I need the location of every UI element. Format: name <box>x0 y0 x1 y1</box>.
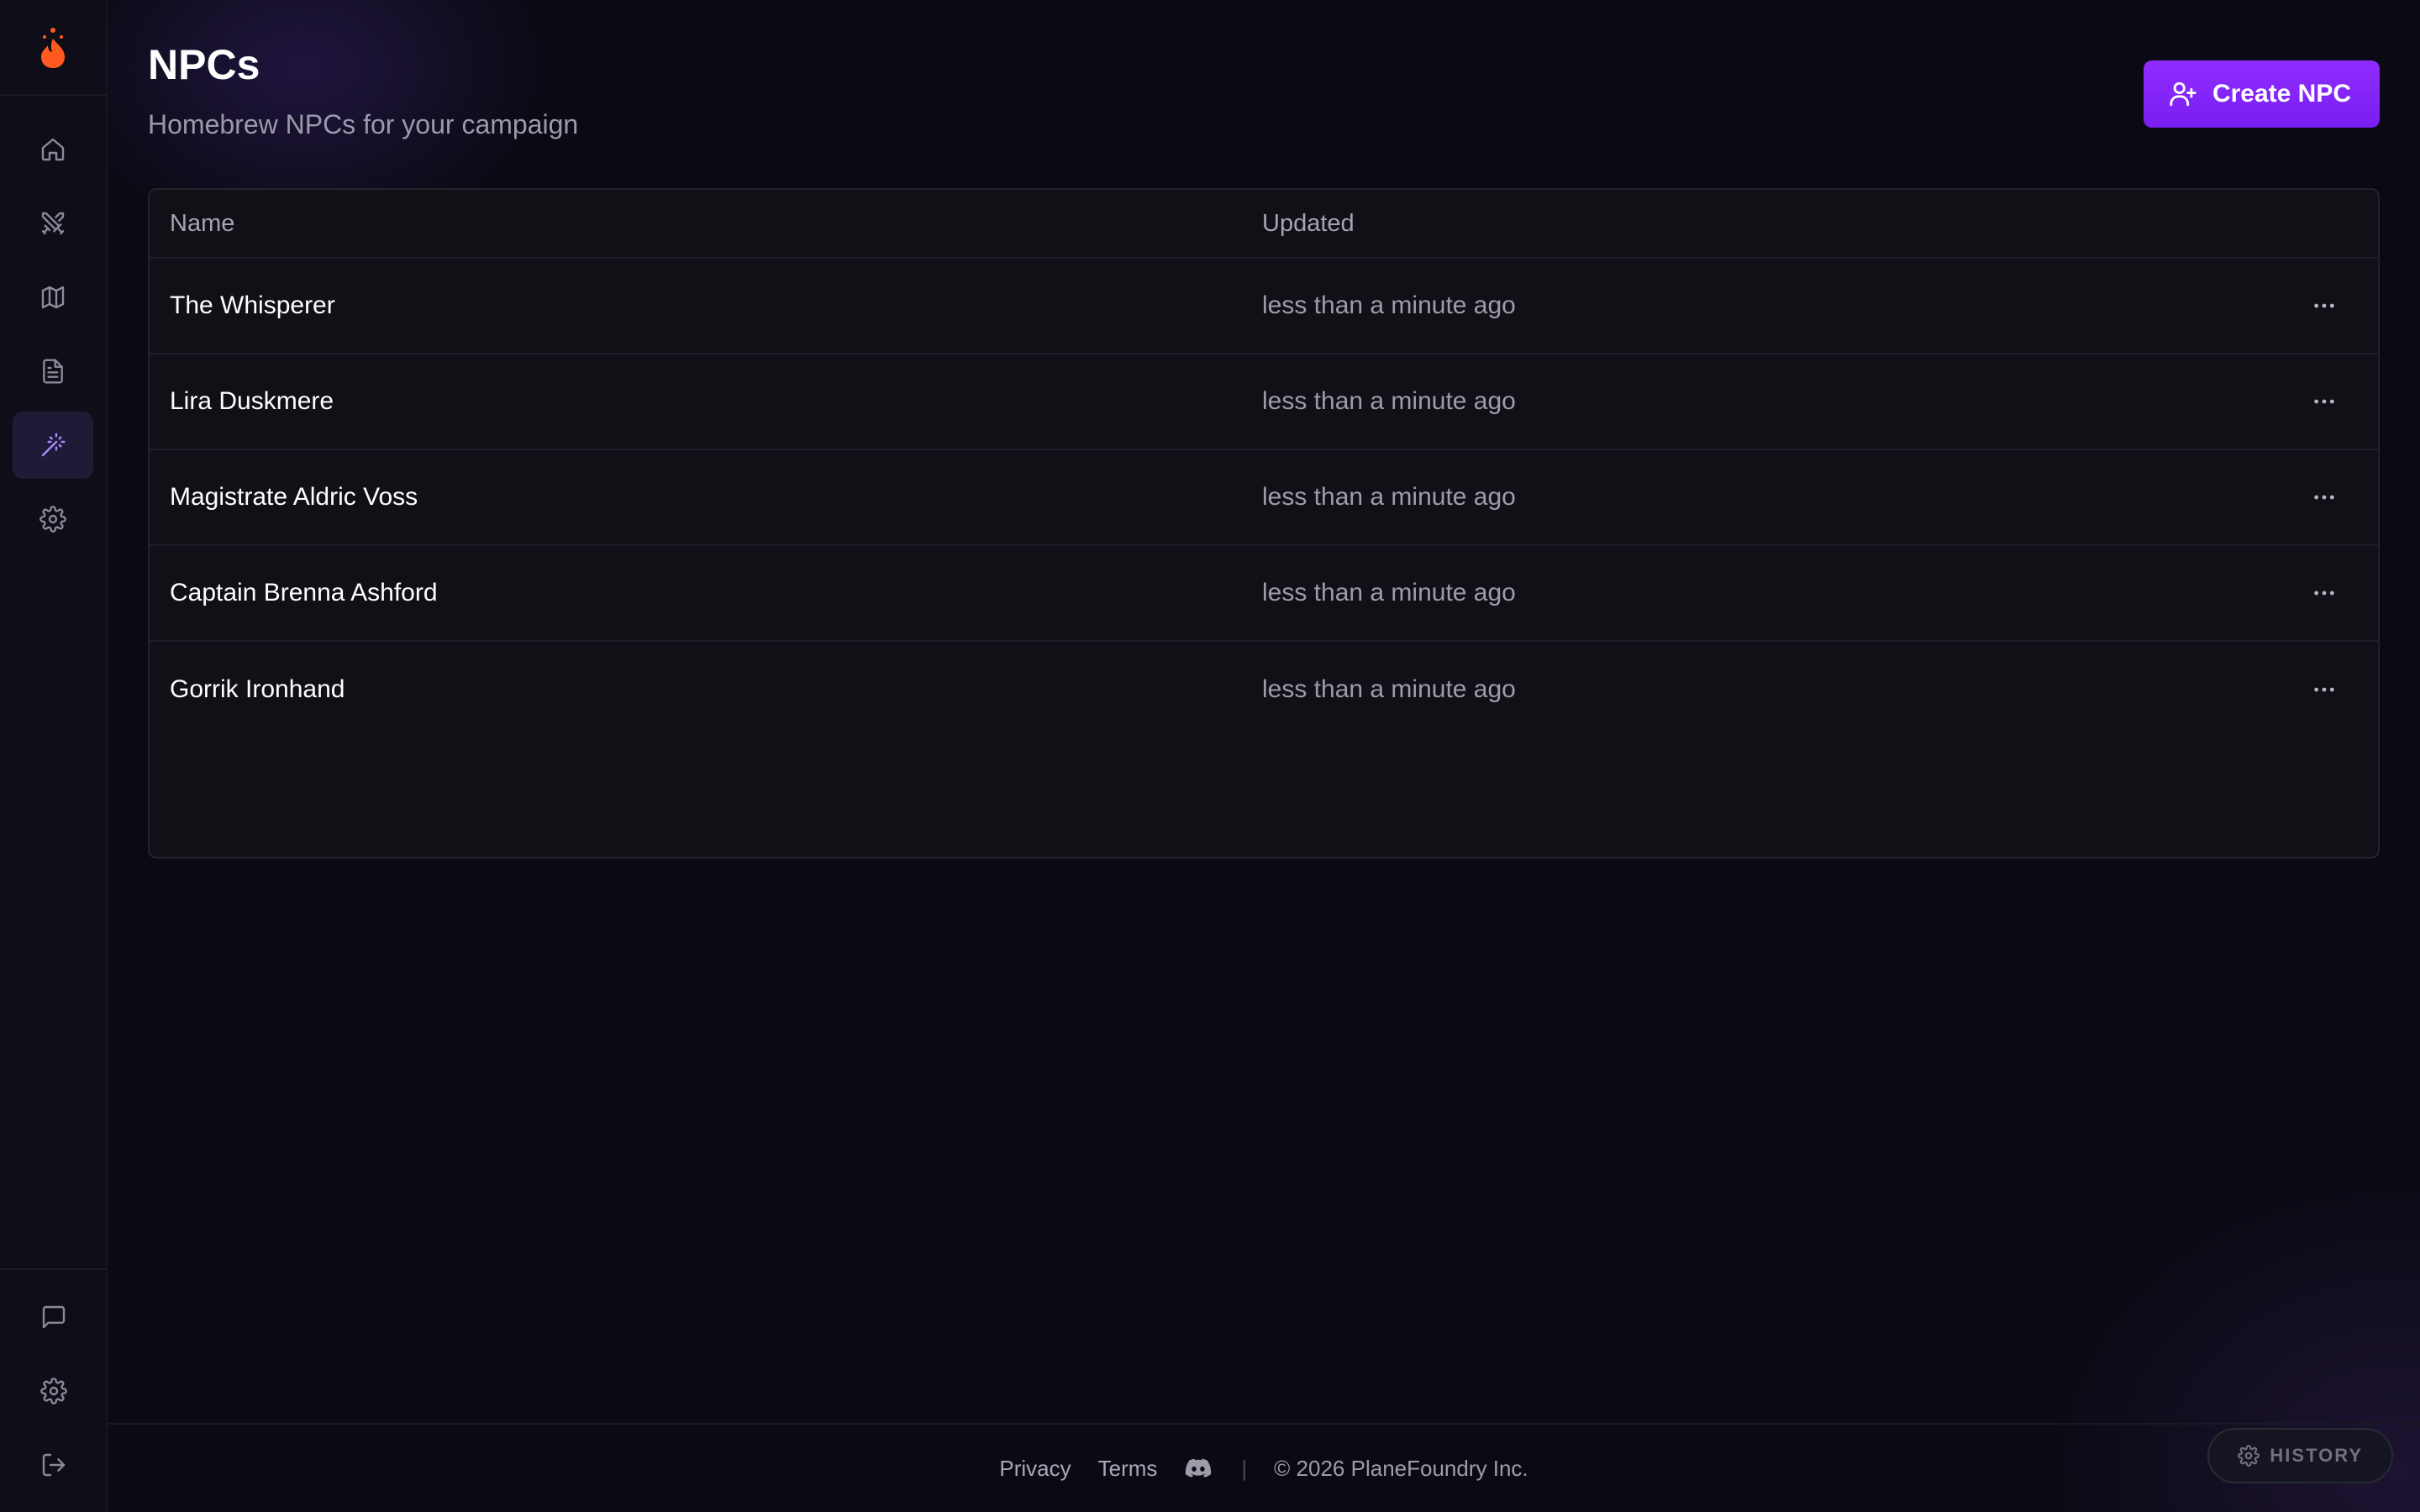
gear-icon <box>40 1378 67 1404</box>
npc-updated: less than a minute ago <box>1262 291 1516 319</box>
row-actions-button[interactable] <box>2301 666 2348 713</box>
table-row[interactable]: The Whisperer less than a minute ago <box>150 259 2378 354</box>
row-actions-button[interactable] <box>2301 282 2348 329</box>
terms-link[interactable]: Terms <box>1098 1456 1158 1482</box>
more-horizontal-icon <box>2314 591 2334 596</box>
create-npc-label: Create NPC <box>2212 80 2351 108</box>
column-header-name[interactable]: Name <box>170 210 234 238</box>
crossed-swords-icon <box>41 212 65 235</box>
map-icon <box>41 286 65 309</box>
table-body: The Whisperer less than a minute ago Lir… <box>150 259 2378 738</box>
history-label: HISTORY <box>2270 1445 2363 1466</box>
footer: Privacy Terms | © 2026 PlaneFoundry Inc. <box>108 1423 2420 1512</box>
magic-wand-icon <box>41 433 66 457</box>
npc-name[interactable]: Lira Duskmere <box>170 387 334 416</box>
footer-separator: | <box>1241 1455 1248 1481</box>
document-icon <box>43 359 63 384</box>
more-horizontal-icon <box>2314 399 2334 404</box>
discord-icon <box>1186 1458 1212 1478</box>
logo-area[interactable] <box>0 0 106 96</box>
npc-updated: less than a minute ago <box>1262 579 1516 606</box>
privacy-link[interactable]: Privacy <box>999 1456 1071 1482</box>
column-header-updated[interactable]: Updated <box>1262 210 1355 238</box>
table-row[interactable]: Captain Brenna Ashford less than a minut… <box>150 546 2378 642</box>
npc-name[interactable]: The Whisperer <box>170 291 335 320</box>
gear-icon <box>39 506 66 533</box>
sidebar-item-account-settings[interactable] <box>13 1357 94 1425</box>
add-user-icon <box>2170 81 2196 107</box>
npc-name[interactable]: Gorrik Ironhand <box>170 675 345 704</box>
sidebar-bottom <box>0 1268 108 1512</box>
npc-name[interactable]: Captain Brenna Ashford <box>170 579 438 607</box>
table-row[interactable]: Gorrik Ironhand less than a minute ago <box>150 642 2378 738</box>
create-npc-button[interactable]: Create NPC <box>2143 60 2380 128</box>
copyright-text: © 2026 PlaneFoundry Inc. <box>1274 1455 1528 1481</box>
page-title: NPCs <box>148 41 260 88</box>
sidebar-item-maps[interactable] <box>13 264 93 331</box>
sidebar-item-home[interactable] <box>13 116 93 183</box>
npc-updated: less than a minute ago <box>1262 387 1516 415</box>
row-actions-button[interactable] <box>2301 570 2348 617</box>
sidebar-item-logout[interactable] <box>13 1431 94 1499</box>
more-horizontal-icon <box>2314 687 2334 692</box>
npc-updated: less than a minute ago <box>1262 483 1516 511</box>
sidebar-item-feedback[interactable] <box>13 1284 94 1351</box>
chat-icon <box>42 1305 66 1329</box>
home-icon <box>41 138 65 161</box>
history-button[interactable]: HISTORY <box>2207 1428 2393 1483</box>
npc-table: Name Updated The Whisperer less than a m… <box>148 188 2380 858</box>
sidebar-item-npcs[interactable] <box>13 412 93 479</box>
gear-icon <box>2238 1445 2260 1467</box>
table-row[interactable]: Magistrate Aldric Voss less than a minut… <box>150 450 2378 546</box>
page-subtitle: Homebrew NPCs for your campaign <box>148 109 579 139</box>
sidebar-nav <box>0 96 106 553</box>
more-horizontal-icon <box>2314 495 2334 500</box>
table-row[interactable]: Lira Duskmere less than a minute ago <box>150 354 2378 450</box>
main-content: NPCs Homebrew NPCs for your campaign Cre… <box>108 0 2420 1512</box>
sidebar-item-documents[interactable] <box>13 338 93 405</box>
sidebar <box>0 0 108 1512</box>
logout-icon <box>42 1453 66 1477</box>
table-header: Name Updated <box>150 190 2378 259</box>
flame-logo-icon <box>41 28 65 68</box>
sidebar-item-settings[interactable] <box>13 486 93 553</box>
npc-name[interactable]: Magistrate Aldric Voss <box>170 483 418 512</box>
npc-updated: less than a minute ago <box>1262 675 1516 703</box>
discord-link[interactable] <box>1184 1453 1214 1483</box>
sidebar-item-encounters[interactable] <box>13 190 93 257</box>
more-horizontal-icon <box>2314 303 2334 308</box>
row-actions-button[interactable] <box>2301 474 2348 521</box>
row-actions-button[interactable] <box>2301 378 2348 425</box>
